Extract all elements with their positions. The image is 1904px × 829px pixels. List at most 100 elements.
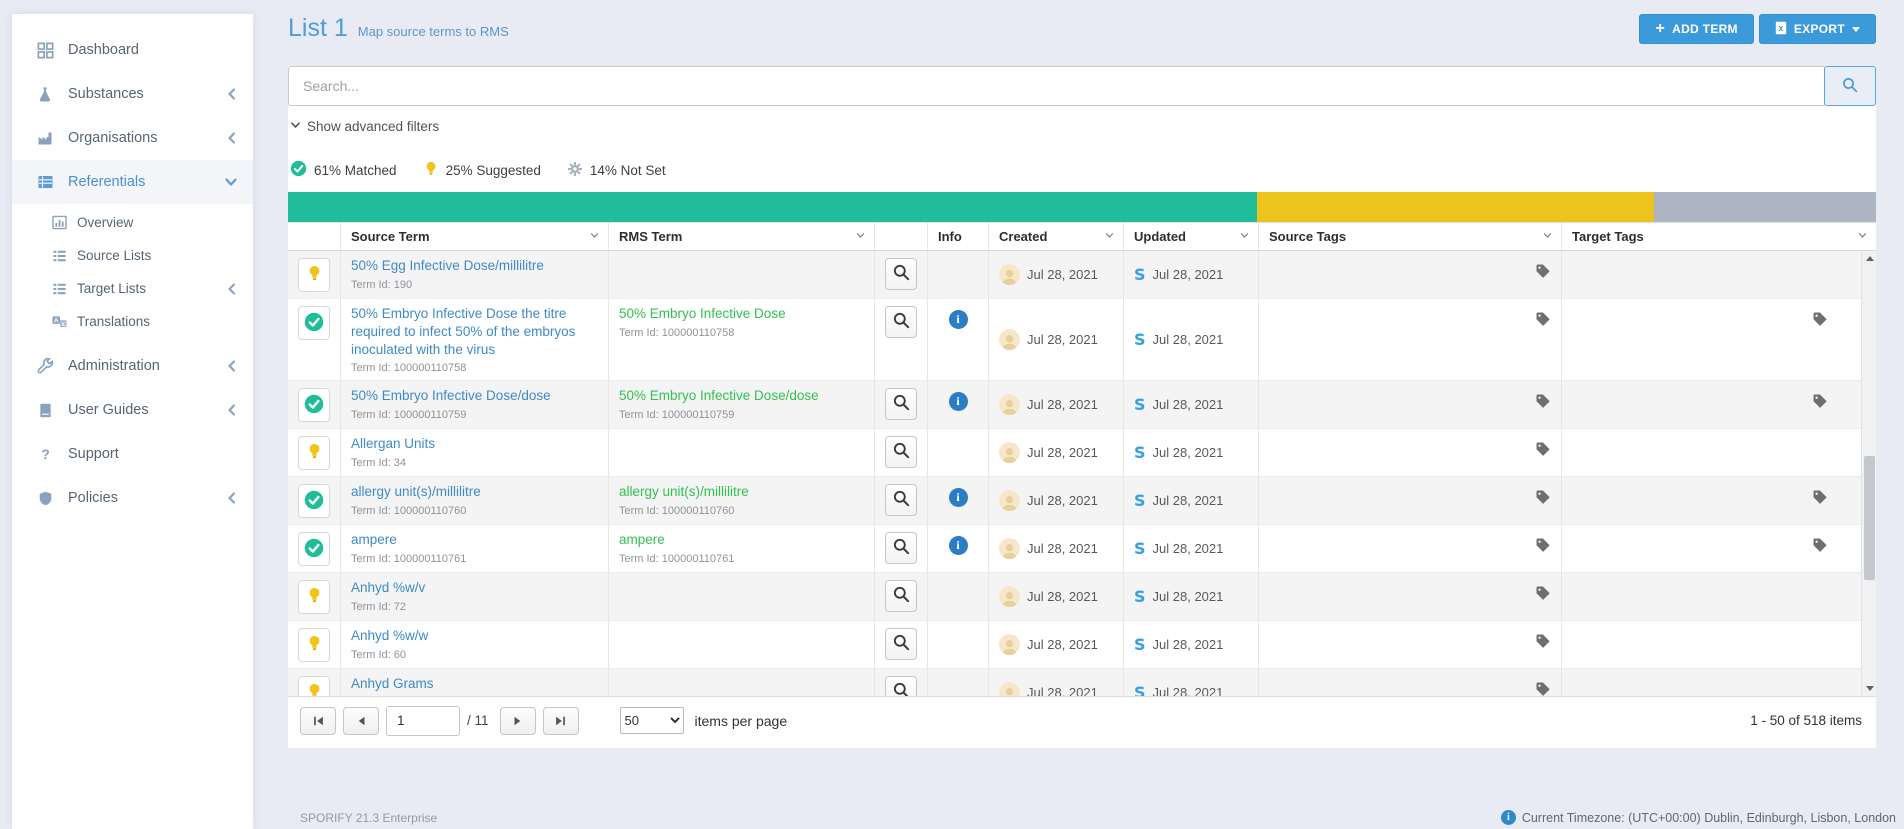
sidebar-item-policies[interactable]: Policies — [12, 476, 253, 520]
previous-page-button[interactable] — [343, 707, 379, 735]
updated-date: Jul 28, 2021 — [1153, 445, 1224, 460]
preview-term-button[interactable] — [885, 532, 917, 564]
matched-check-icon — [304, 312, 324, 335]
match-status-button[interactable] — [298, 388, 330, 422]
scrollbar-thumb[interactable] — [1864, 456, 1875, 581]
preview-term-button[interactable] — [885, 484, 917, 516]
match-status-button[interactable] — [298, 580, 330, 614]
match-status-button[interactable] — [298, 484, 330, 518]
page-number-input[interactable] — [386, 706, 460, 736]
preview-term-button[interactable] — [885, 436, 917, 468]
column-header-updated[interactable]: Updated — [1124, 223, 1259, 250]
source-term-link[interactable]: ampere — [351, 531, 598, 549]
scroll-up-icon[interactable] — [1862, 251, 1877, 266]
tag-icon[interactable] — [1812, 393, 1828, 414]
tag-icon[interactable] — [1535, 441, 1551, 462]
column-header-empty — [875, 223, 928, 250]
sidebar-item-label: Target Lists — [77, 281, 146, 296]
sidebar-item-referentials[interactable]: Referentials — [12, 160, 253, 204]
source-tags-cell — [1259, 525, 1562, 572]
match-status-button[interactable] — [298, 436, 330, 470]
column-header-source-term[interactable]: Source Term — [341, 223, 609, 250]
sort-chevron-icon[interactable] — [1857, 229, 1868, 244]
preview-term-button[interactable] — [885, 580, 917, 612]
table-row: 50% Embryo Infective Dose the titre requ… — [288, 299, 1876, 381]
tag-icon[interactable] — [1812, 537, 1828, 558]
advanced-filters-toggle[interactable]: Show advanced filters — [288, 106, 1876, 144]
vertical-scrollbar[interactable] — [1861, 251, 1876, 696]
updated-date: Jul 28, 2021 — [1153, 267, 1224, 282]
preview-term-button[interactable] — [885, 676, 917, 696]
list-icon — [52, 281, 67, 296]
page-size-select[interactable]: 50 — [620, 707, 684, 734]
source-term-link[interactable]: Anhyd Grams — [351, 675, 598, 693]
tag-icon[interactable] — [1535, 585, 1551, 606]
sort-chevron-icon[interactable] — [1239, 229, 1250, 244]
export-button[interactable]: x EXPORT — [1759, 14, 1876, 44]
column-header-source-tags[interactable]: Source Tags — [1259, 223, 1562, 250]
suggested-stat: 25% Suggested — [423, 160, 541, 180]
match-status-button[interactable] — [298, 676, 330, 696]
not-set-stat: 14% Not Set — [567, 161, 666, 180]
sidebar-item-user-guides[interactable]: User Guides — [12, 388, 253, 432]
info-icon[interactable]: i — [949, 392, 968, 411]
sort-chevron-icon[interactable] — [855, 229, 866, 244]
match-status-button[interactable] — [298, 306, 330, 340]
column-header-target-tags[interactable]: Target Tags — [1562, 223, 1876, 250]
source-term-link[interactable]: 50% Embryo Infective Dose the titre requ… — [351, 305, 598, 358]
info-icon[interactable]: i — [949, 488, 968, 507]
search-button[interactable] — [1824, 66, 1876, 106]
sidebar-item-support[interactable]: ?Support — [12, 432, 253, 476]
sidebar-item-administration[interactable]: Administration — [12, 344, 253, 388]
next-page-button[interactable] — [500, 707, 536, 735]
target-tags-cell — [1562, 299, 1876, 380]
last-page-button[interactable] — [543, 707, 579, 735]
sort-chevron-icon[interactable] — [1542, 229, 1553, 244]
match-status-button[interactable] — [298, 258, 330, 292]
preview-term-button[interactable] — [885, 388, 917, 420]
tag-icon[interactable] — [1535, 489, 1551, 510]
source-term-link[interactable]: Anhyd %w/v — [351, 579, 598, 597]
user-avatar — [999, 442, 1020, 463]
tag-icon[interactable] — [1535, 393, 1551, 414]
sort-chevron-icon[interactable] — [1104, 229, 1115, 244]
match-status-button[interactable] — [298, 628, 330, 662]
tag-icon[interactable] — [1812, 311, 1828, 332]
search-input[interactable] — [288, 66, 1826, 106]
preview-term-button[interactable] — [885, 628, 917, 660]
preview-term-button[interactable] — [885, 306, 917, 338]
first-page-button[interactable] — [300, 707, 336, 735]
sidebar-item-organisations[interactable]: Organisations — [12, 116, 253, 160]
sidebar-item-translations[interactable]: AxTranslations — [12, 305, 253, 338]
preview-term-button[interactable] — [885, 258, 917, 290]
tag-icon[interactable] — [1535, 681, 1551, 696]
sidebar-item-substances[interactable]: Substances — [12, 72, 253, 116]
source-term-link[interactable]: 50% Embryo Infective Dose/dose — [351, 387, 598, 405]
tag-icon[interactable] — [1535, 633, 1551, 654]
source-term-link[interactable]: 50% Egg Infective Dose/millilitre — [351, 257, 598, 275]
sidebar-item-target-lists[interactable]: Target Lists — [12, 272, 253, 305]
sidebar-item-dashboard[interactable]: Dashboard — [12, 28, 253, 72]
info-icon[interactable]: i — [949, 536, 968, 555]
sidebar-item-source-lists[interactable]: Source Lists — [12, 239, 253, 272]
updated-cell: S Jul 28, 2021 — [1124, 525, 1259, 572]
tag-icon[interactable] — [1535, 263, 1551, 284]
match-status-button[interactable] — [298, 532, 330, 566]
source-term-link[interactable]: allergy unit(s)/millilitre — [351, 483, 598, 501]
tag-icon[interactable] — [1535, 311, 1551, 332]
tag-icon[interactable] — [1535, 537, 1551, 558]
updated-cell: S Jul 28, 2021 — [1124, 573, 1259, 620]
suggested-bulb-icon — [306, 586, 323, 608]
sidebar-item-label: Administration — [68, 358, 160, 374]
app-footer: SPORIFY 21.3 Enterprise i Current Timezo… — [300, 810, 1896, 825]
source-term-link[interactable]: Allergan Units — [351, 435, 598, 453]
column-header-rms-term[interactable]: RMS Term — [609, 223, 875, 250]
scroll-down-icon[interactable] — [1862, 681, 1877, 696]
source-term-link[interactable]: Anhyd %w/w — [351, 627, 598, 645]
column-header-created[interactable]: Created — [989, 223, 1124, 250]
sidebar-item-overview[interactable]: Overview — [12, 206, 253, 239]
tag-icon[interactable] — [1812, 489, 1828, 510]
sort-chevron-icon[interactable] — [589, 229, 600, 244]
add-term-button[interactable]: + ADD TERM — [1639, 14, 1753, 44]
info-icon[interactable]: i — [949, 310, 968, 329]
